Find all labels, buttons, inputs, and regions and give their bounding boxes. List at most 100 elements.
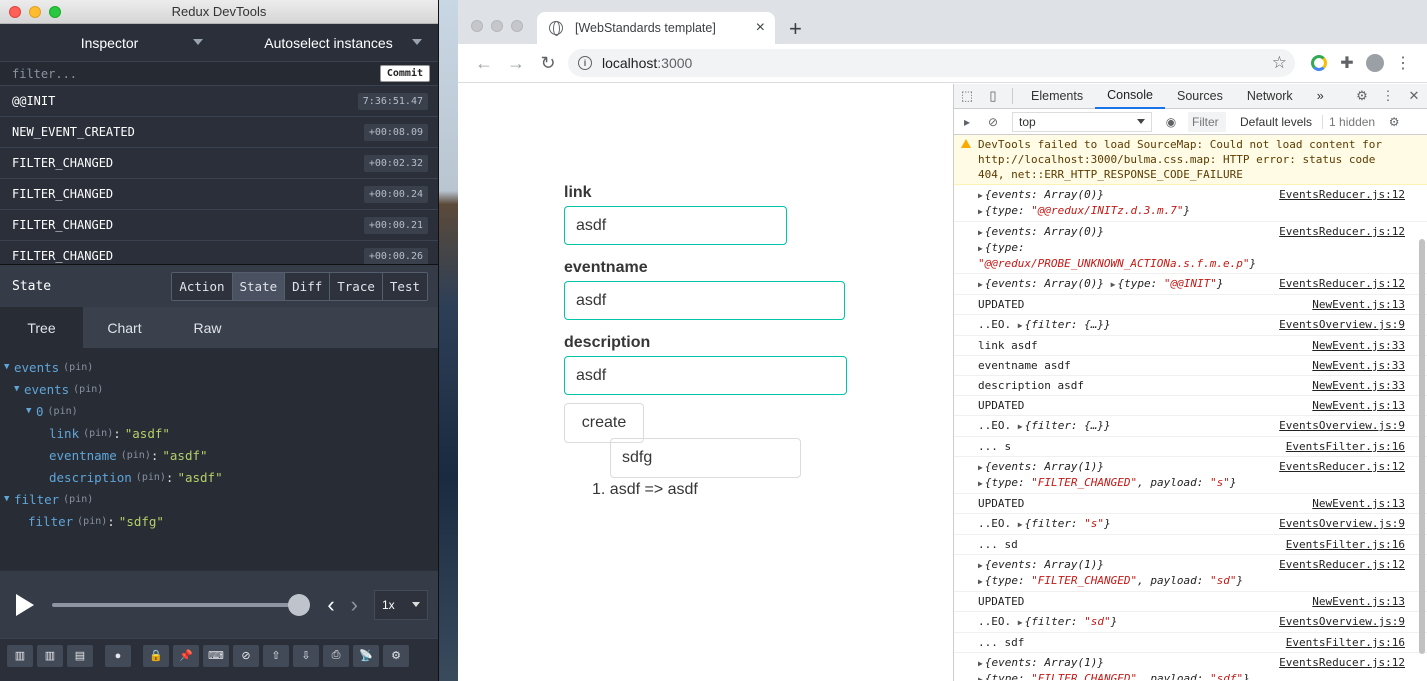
instance-select[interactable]: Autoselect instances [219,24,438,61]
description-input[interactable]: asdf [564,356,847,395]
address-bar[interactable]: i localhost:3000 ☆ [568,49,1295,77]
tree-node[interactable]: ▼ events (pin) [0,378,438,400]
pin-button[interactable]: (pin) [83,428,113,439]
tab-chart[interactable]: Chart [83,307,166,348]
source-link[interactable]: NewEvent.js:13 [1312,398,1405,413]
forward-icon[interactable]: → [500,53,532,74]
slider-handle[interactable] [288,593,311,616]
speed-select[interactable]: 1x [374,589,428,620]
event-filter-input[interactable]: sdfg [610,438,801,478]
source-link[interactable]: NewEvent.js:33 [1312,338,1405,353]
previous-action-button[interactable]: ‹ [327,592,334,618]
info-icon[interactable]: i [578,56,592,70]
tab-tree[interactable]: Tree [0,307,83,348]
log-object[interactable]: {filter: {…}} [1025,419,1111,432]
source-link[interactable]: EventsReducer.js:12 [1279,655,1405,670]
action-item[interactable]: NEW_EVENT_CREATED +00:08.09 [0,117,438,148]
source-link[interactable]: EventsReducer.js:12 [1279,557,1405,572]
log-object[interactable]: {events: Array(1)} [985,558,1104,571]
dock-left-icon[interactable]: ▥ [7,644,33,667]
pin-button[interactable]: (pin) [63,494,93,505]
eventname-input[interactable]: asdf [564,281,845,320]
remote-icon[interactable]: 📡 [353,644,379,667]
log-object[interactable]: {events: Array(0)} [985,225,1104,238]
tree-node[interactable]: ▼ filter (pin) [0,488,438,510]
action-item[interactable]: FILTER_CHANGED +00:00.24 [0,179,438,210]
minimize-window-button[interactable] [29,6,41,18]
download-icon[interactable]: ⇩ [293,644,319,667]
tab-raw[interactable]: Raw [166,307,249,348]
minimize-window-button[interactable] [491,20,503,32]
source-link[interactable]: NewEvent.js:13 [1312,594,1405,609]
tab-sources[interactable]: Sources [1165,84,1235,109]
tab-trace[interactable]: Trace [330,272,383,300]
source-link[interactable]: NewEvent.js:33 [1312,358,1405,373]
browser-tab[interactable]: [WebStandards template] × [537,12,775,44]
kebab-menu-icon[interactable]: ⋮ [1375,88,1401,104]
log-object[interactable]: {events: Array(0)} [985,188,1104,201]
context-select[interactable]: top [1012,111,1152,132]
action-item[interactable]: @@INIT 7:36:51.47 [0,86,438,117]
eye-icon[interactable]: ◉ [1158,115,1184,129]
action-item[interactable]: FILTER_CHANGED +00:00.21 [0,210,438,241]
clear-console-icon[interactable]: ⊘ [980,115,1006,129]
time-slider[interactable] [52,593,311,616]
record-icon[interactable]: ● [105,644,131,667]
source-link[interactable]: EventsOverview.js:9 [1279,614,1405,629]
gear-icon[interactable]: ⚙ [1381,115,1407,129]
source-link[interactable]: NewEvent.js:33 [1312,378,1405,393]
play-icon[interactable] [16,593,34,616]
tab-console[interactable]: Console [1095,84,1165,109]
close-window-button[interactable] [9,6,21,18]
profile-avatar[interactable] [1361,54,1389,72]
log-object[interactable]: {filter: [1025,615,1085,628]
puzzle-icon[interactable]: ✚ [1333,53,1361,73]
log-object[interactable]: {filter: [1025,517,1085,530]
sidebar-toggle-icon[interactable]: ▸ [954,115,980,129]
pin-button[interactable]: (pin) [77,516,107,527]
tree-node[interactable]: ▼ 0 (pin) [0,400,438,422]
source-link[interactable]: EventsReducer.js:12 [1279,224,1405,239]
tree-node[interactable]: ▼ events (pin) [0,356,438,378]
log-object[interactable]: {events: Array(1)} [985,460,1104,473]
zoom-window-button[interactable] [511,20,523,32]
pin-button[interactable]: (pin) [63,362,93,373]
source-link[interactable]: EventsFilter.js:16 [1286,439,1405,454]
close-window-button[interactable] [471,20,483,32]
pin-button[interactable]: (pin) [121,450,151,461]
source-link[interactable]: EventsReducer.js:12 [1279,459,1405,474]
upload-icon[interactable]: ⇧ [263,644,289,667]
log-object[interactable]: {filter: {…}} [1025,318,1111,331]
source-link[interactable]: EventsOverview.js:9 [1279,317,1405,332]
pin-button[interactable]: (pin) [48,406,78,417]
dock-bottom-icon[interactable]: ▤ [67,644,93,667]
source-link[interactable]: EventsReducer.js:12 [1279,276,1405,291]
pin-icon[interactable]: 📌 [173,644,199,667]
next-action-button[interactable]: › [351,592,358,618]
close-tab-icon[interactable]: × [756,19,765,37]
back-icon[interactable]: ← [468,53,500,74]
monitor-select[interactable]: Inspector [0,24,219,61]
source-link[interactable]: NewEvent.js:13 [1312,496,1405,511]
close-icon[interactable]: ✕ [1401,88,1427,104]
source-link[interactable]: EventsReducer.js:12 [1279,187,1405,202]
action-item[interactable]: FILTER_CHANGED +00:02.32 [0,148,438,179]
create-button[interactable]: create [564,403,644,443]
extension-icon[interactable] [1305,55,1333,71]
kebab-menu-icon[interactable]: ⋮ [1389,53,1417,73]
bookmark-star-icon[interactable]: ☆ [1272,53,1287,73]
zoom-window-button[interactable] [49,6,61,18]
action-filter-input[interactable] [12,66,380,81]
tab-test[interactable]: Test [382,272,427,300]
timer-off-icon[interactable]: ⊘ [233,644,259,667]
reload-icon[interactable]: ↻ [532,53,564,74]
device-toolbar-icon[interactable]: ▯ [980,88,1006,104]
inspect-element-icon[interactable]: ⬚ [954,88,980,104]
dock-right-icon[interactable]: ▥ [37,644,63,667]
tab-diff[interactable]: Diff [285,272,331,300]
gear-icon[interactable]: ⚙ [383,644,409,667]
tab-elements[interactable]: Elements [1019,84,1095,109]
pin-button[interactable]: (pin) [73,384,103,395]
print-icon[interactable]: ⎙ [323,644,349,667]
tab-network[interactable]: Network [1235,84,1305,109]
